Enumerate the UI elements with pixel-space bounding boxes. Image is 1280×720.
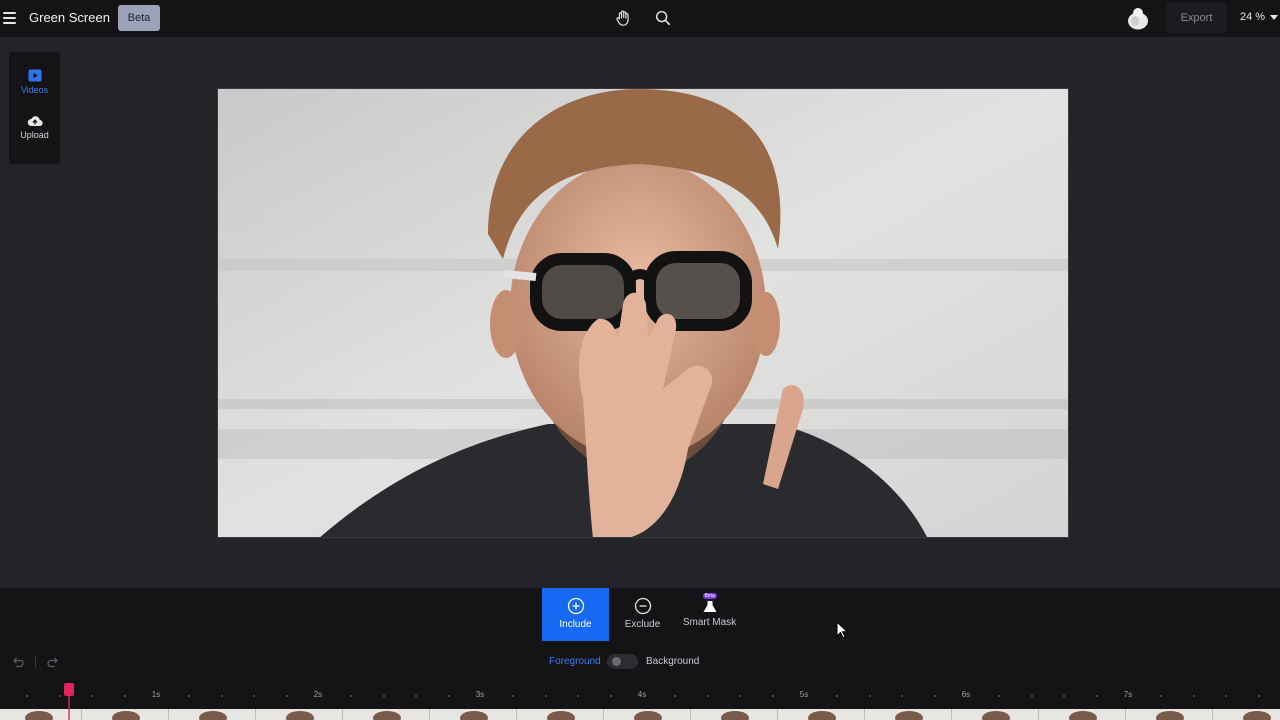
timeline-tick-label: 5s xyxy=(799,690,809,699)
filmstrip-thumbnail xyxy=(82,709,169,720)
timeline-tick-dot xyxy=(771,695,774,697)
include-label: Include xyxy=(559,619,592,630)
mouse-cursor-icon xyxy=(836,621,848,639)
filmstrip-thumbnail xyxy=(517,709,604,720)
avatar-icon[interactable] xyxy=(1127,6,1149,30)
video-play-icon xyxy=(28,69,41,82)
thumbnail-subject xyxy=(112,711,140,720)
timeline-tick-label: 2s xyxy=(313,690,323,699)
filmstrip-thumbnail xyxy=(430,709,517,720)
timeline-tick-dot xyxy=(447,695,450,697)
timeline-tick-dot xyxy=(609,695,612,697)
smart-mask-icon: Beta xyxy=(700,593,720,615)
filmstrip-thumbnail xyxy=(778,709,865,720)
filmstrip-thumbnail xyxy=(169,709,256,720)
zoom-level: 24 % xyxy=(1240,11,1266,23)
menu-icon[interactable] xyxy=(3,10,16,26)
thumbnail-subject xyxy=(1156,711,1184,720)
timeline-tick-label: 7s xyxy=(1123,690,1133,699)
media-sidebar: Videos Upload xyxy=(9,52,60,164)
filmstrip-thumbnail xyxy=(1126,709,1213,720)
chevron-down-icon xyxy=(1270,14,1279,20)
sidebar-item-videos[interactable]: Videos xyxy=(9,69,60,109)
sidebar-item-label: Videos xyxy=(20,85,49,95)
thumbnail-subject xyxy=(1069,711,1097,720)
app-title: Green Screen xyxy=(29,10,110,25)
timeline-tick-dot xyxy=(933,695,936,697)
video-canvas[interactable] xyxy=(217,88,1069,538)
exclude-tool-button[interactable]: Exclude xyxy=(609,588,676,641)
sidebar-item-label: Upload xyxy=(20,130,49,140)
timeline-tick-dot xyxy=(220,695,223,697)
smart-mask-label: Smart Mask xyxy=(682,617,737,628)
thumbnail-subject xyxy=(199,711,227,720)
timeline-tick-label: 3s xyxy=(475,690,485,699)
cloud-upload-icon xyxy=(27,116,43,127)
timeline-tick-dot xyxy=(58,695,61,697)
thumbnail-subject xyxy=(547,711,575,720)
zoom-dropdown[interactable]: 24 % xyxy=(1240,11,1279,23)
timeline-tick-dot xyxy=(1192,695,1195,697)
timeline-tick-label: 4s xyxy=(637,690,647,699)
top-bar: Green Screen Beta Export 24 % xyxy=(0,0,1280,37)
filmstrip-thumbnail xyxy=(1039,709,1126,720)
sidebar-item-upload[interactable]: Upload xyxy=(9,115,60,155)
filmstrip-thumbnail xyxy=(865,709,952,720)
filmstrip-thumbnail xyxy=(256,709,343,720)
thumbnail-subject xyxy=(1243,711,1271,720)
filmstrip-thumbnail xyxy=(343,709,430,720)
thumbnail-subject xyxy=(982,711,1010,720)
filmstrip-thumbnail xyxy=(604,709,691,720)
playhead[interactable] xyxy=(63,683,74,720)
foreground-background-toggle[interactable] xyxy=(607,654,638,669)
divider xyxy=(35,656,36,668)
timeline-tick-dot xyxy=(706,695,709,697)
beta-badge[interactable]: Beta xyxy=(118,5,160,31)
filmstrip-thumbnail xyxy=(691,709,778,720)
timeline-tick-dot xyxy=(544,695,547,697)
undo-icon[interactable] xyxy=(11,655,25,669)
timeline-tick-label: 1s xyxy=(151,690,161,699)
timeline-tick-dot xyxy=(285,695,288,697)
filmstrip[interactable] xyxy=(0,709,1280,720)
foreground-label[interactable]: Foreground xyxy=(549,656,601,667)
include-tool-button[interactable]: Include xyxy=(542,588,609,641)
timeline-tick-dot xyxy=(123,695,126,697)
thumbnail-subject xyxy=(286,711,314,720)
thumbnail-subject xyxy=(460,711,488,720)
exclude-label: Exclude xyxy=(624,619,661,630)
timeline-tick-dot xyxy=(868,695,871,697)
timeline-tick-dot xyxy=(1095,695,1098,697)
background-label[interactable]: Background xyxy=(646,656,699,667)
redo-icon[interactable] xyxy=(46,655,60,669)
minus-circle-icon xyxy=(634,597,651,615)
timeline-tick-dot xyxy=(382,695,385,697)
toggle-knob xyxy=(612,657,621,666)
thumbnail-subject xyxy=(808,711,836,720)
thumbnail-subject xyxy=(25,711,53,720)
thumbnail-subject xyxy=(721,711,749,720)
timeline-tick-dot xyxy=(1257,695,1260,697)
video-frame-image xyxy=(218,89,1068,537)
plus-circle-icon xyxy=(567,597,584,615)
thumbnail-subject xyxy=(373,711,401,720)
smart-mask-tool-button[interactable]: Beta Smart Mask xyxy=(676,588,743,641)
beta-badge: Beta xyxy=(702,593,717,599)
timeline-tick-dot xyxy=(1030,695,1033,697)
thumbnail-subject xyxy=(895,711,923,720)
timeline-tick-label: 6s xyxy=(961,690,971,699)
export-button[interactable]: Export xyxy=(1166,3,1227,33)
hand-icon[interactable] xyxy=(614,9,632,27)
filmstrip-thumbnail xyxy=(1213,709,1280,720)
filmstrip-thumbnail xyxy=(952,709,1039,720)
search-icon[interactable] xyxy=(654,9,672,27)
thumbnail-subject xyxy=(634,711,662,720)
